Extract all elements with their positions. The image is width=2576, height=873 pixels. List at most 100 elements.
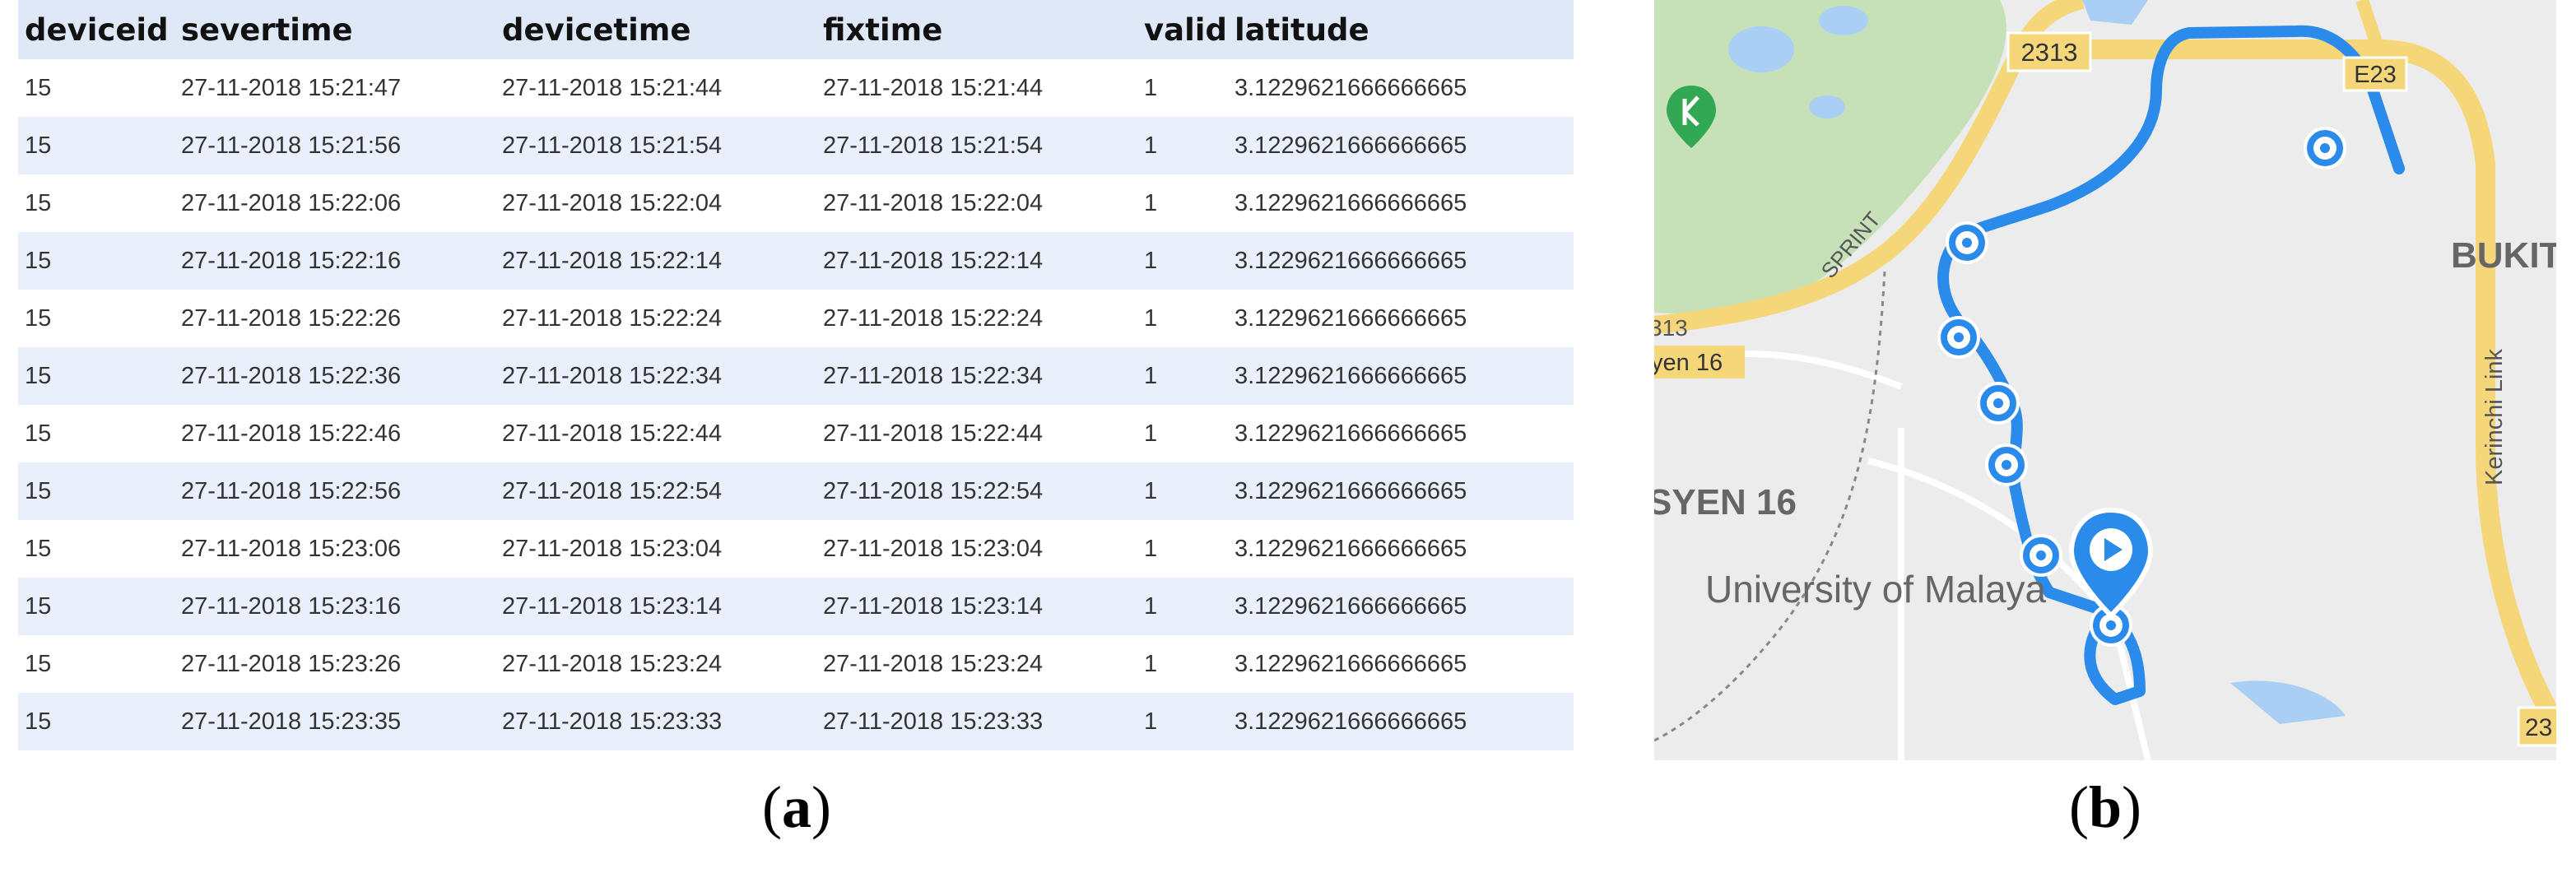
cell-latitude: 3.1229621666666665 [1228,462,1574,520]
cell-valid: 1 [1144,74,1158,101]
road-label-kerinchi-link: Kerinchi Link [2481,348,2508,485]
cell-latitude: 3.1229621666666665 [1228,347,1574,405]
column-header-deviceid[interactable]: deviceid [18,0,174,59]
cell-devicetime: 27-11-2018 15:21:44 [502,74,723,101]
cell-fixtime: 27-11-2018 15:22:44 [823,420,1044,447]
caption-b-open: ( [2068,774,2089,840]
cell-severtime: 27-11-2018 15:23:06 [181,535,402,562]
cell-valid: 1 [1144,304,1158,332]
cell-valid: 1 [1137,232,1228,290]
road-label-313: 313 [1654,315,1688,341]
table-row[interactable]: 15 27-11-2018 15:22:46 27-11-2018 15:22:44… [18,405,1574,462]
cell-deviceid: 15 [25,650,52,677]
table-row[interactable]: 15 27-11-2018 15:21:56 27-11-2018 15:21:54… [18,117,1574,174]
cell-deviceid: 15 [18,117,174,174]
cell-devicetime: 27-11-2018 15:23:33 [495,693,816,750]
cell-severtime: 27-11-2018 15:22:36 [174,347,495,405]
cell-deviceid: 15 [25,535,52,562]
cell-deviceid: 15 [18,232,174,290]
table-row[interactable]: 15 27-11-2018 15:22:56 27-11-2018 15:22:54… [18,462,1574,520]
caption-a-close: ) [811,774,831,840]
cell-deviceid: 15 [25,74,52,101]
cell-fixtime: 27-11-2018 15:22:54 [816,462,1137,520]
cell-deviceid: 15 [18,693,174,750]
cell-latitude: 3.1229621666666665 [1235,189,1467,216]
caption-a-letter: a [782,774,811,840]
cell-devicetime: 27-11-2018 15:23:04 [502,535,723,562]
table-row[interactable]: 15 27-11-2018 15:22:36 27-11-2018 15:22:34… [18,347,1574,405]
cell-deviceid: 15 [25,304,52,332]
cell-fixtime: 27-11-2018 15:23:24 [823,650,1044,677]
cell-devicetime: 27-11-2018 15:22:14 [495,232,816,290]
cell-valid: 1 [1144,420,1158,447]
cell-devicetime: 27-11-2018 15:23:14 [495,578,816,635]
route-map[interactable]: 2313 E23 SPRINT 313 yen 16 BUKIT Kerinch… [1654,0,2556,760]
cell-severtime: 27-11-2018 15:22:56 [174,462,495,520]
cell-fixtime: 27-11-2018 15:22:34 [816,347,1137,405]
cell-severtime: 27-11-2018 15:23:16 [174,578,495,635]
cell-latitude: 3.1229621666666665 [1228,693,1574,750]
cell-severtime: 27-11-2018 15:21:56 [174,117,495,174]
road-label-23: 23 [2525,714,2552,741]
area-label-syen16: SYEN 16 [1654,482,1797,522]
cell-fixtime: 27-11-2018 15:23:04 [823,535,1044,562]
table-row[interactable]: 15 27-11-2018 15:21:47 27-11-2018 15:21:44… [18,59,1574,117]
map-canvas[interactable]: 2313 E23 SPRINT 313 yen 16 BUKIT Kerinch… [1654,0,2556,760]
cell-valid: 1 [1137,347,1228,405]
cell-severtime: 27-11-2018 15:22:46 [181,420,402,447]
table-header-row: deviceid severtime devicetime fixtime valid l… [18,0,1574,59]
table-row[interactable]: 15 27-11-2018 15:23:16 27-11-2018 15:23:14… [18,578,1574,635]
cell-devicetime: 27-11-2018 15:22:54 [495,462,816,520]
place-label-university-of-malaya: University of Malaya [1705,568,2047,611]
waypoint-icon[interactable] [1937,316,1980,359]
cell-latitude: 3.1229621666666665 [1228,117,1574,174]
table-row[interactable]: 15 27-11-2018 15:23:06 27-11-2018 15:23:04… [18,520,1574,578]
cell-valid: 1 [1144,189,1158,216]
waypoint-icon[interactable] [2304,127,2346,169]
cell-fixtime: 27-11-2018 15:22:04 [823,189,1044,216]
cell-fixtime: 27-11-2018 15:23:14 [816,578,1137,635]
road-label-2313: 2313 [2021,38,2078,67]
table-row[interactable]: 15 27-11-2018 15:22:16 27-11-2018 15:22:14… [18,232,1574,290]
column-header-latitude[interactable]: latitude [1228,0,1574,59]
caption-b: (b) [2023,773,2188,842]
cell-valid: 1 [1137,693,1228,750]
cell-deviceid: 15 [18,462,174,520]
cell-latitude: 3.1229621666666665 [1235,304,1467,332]
cell-fixtime: 27-11-2018 15:23:33 [816,693,1137,750]
cell-severtime: 27-11-2018 15:22:26 [181,304,402,332]
cell-severtime: 27-11-2018 15:22:16 [174,232,495,290]
cell-deviceid: 15 [18,578,174,635]
table-body: 15 27-11-2018 15:21:47 27-11-2018 15:21:44… [18,59,1574,750]
table-row[interactable]: 15 27-11-2018 15:23:35 27-11-2018 15:23:33… [18,693,1574,750]
table-row[interactable]: 15 27-11-2018 15:23:26 27-11-2018 15:23:24… [18,635,1574,693]
cell-latitude: 3.1229621666666665 [1228,232,1574,290]
waypoint-icon[interactable] [1977,382,2020,425]
waypoint-icon[interactable] [1946,221,1988,264]
cell-fixtime: 27-11-2018 15:22:14 [816,232,1137,290]
cell-latitude: 3.1229621666666665 [1235,74,1467,101]
column-header-fixtime[interactable]: fixtime [816,0,1137,59]
column-header-devicetime[interactable]: devicetime [495,0,816,59]
cell-deviceid: 15 [25,420,52,447]
cell-deviceid: 15 [25,189,52,216]
column-header-valid[interactable]: valid [1137,0,1228,59]
caption-b-letter: b [2088,774,2123,840]
cell-severtime: 27-11-2018 15:23:26 [181,650,402,677]
caption-a: (a) [714,773,879,842]
caption-a-open: ( [762,774,782,840]
area-label-bukit: BUKIT [2451,235,2556,276]
cell-devicetime: 27-11-2018 15:22:04 [502,189,723,216]
cell-devicetime: 27-11-2018 15:21:54 [495,117,816,174]
table-row[interactable]: 15 27-11-2018 15:22:26 27-11-2018 15:22:24… [18,290,1574,347]
area-label-syen16-small: yen 16 [1654,350,1723,376]
waypoint-icon[interactable] [1985,443,2028,486]
gps-data-table: deviceid severtime devicetime fixtime valid l… [18,0,1574,750]
cell-latitude: 3.1229621666666665 [1235,420,1467,447]
cell-fixtime: 27-11-2018 15:21:54 [816,117,1137,174]
cell-latitude: 3.1229621666666665 [1228,578,1574,635]
table-row[interactable]: 15 27-11-2018 15:22:06 27-11-2018 15:22:04… [18,174,1574,232]
caption-b-close: ) [2122,774,2141,840]
cell-devicetime: 27-11-2018 15:22:44 [502,420,723,447]
column-header-severtime[interactable]: severtime [174,0,495,59]
